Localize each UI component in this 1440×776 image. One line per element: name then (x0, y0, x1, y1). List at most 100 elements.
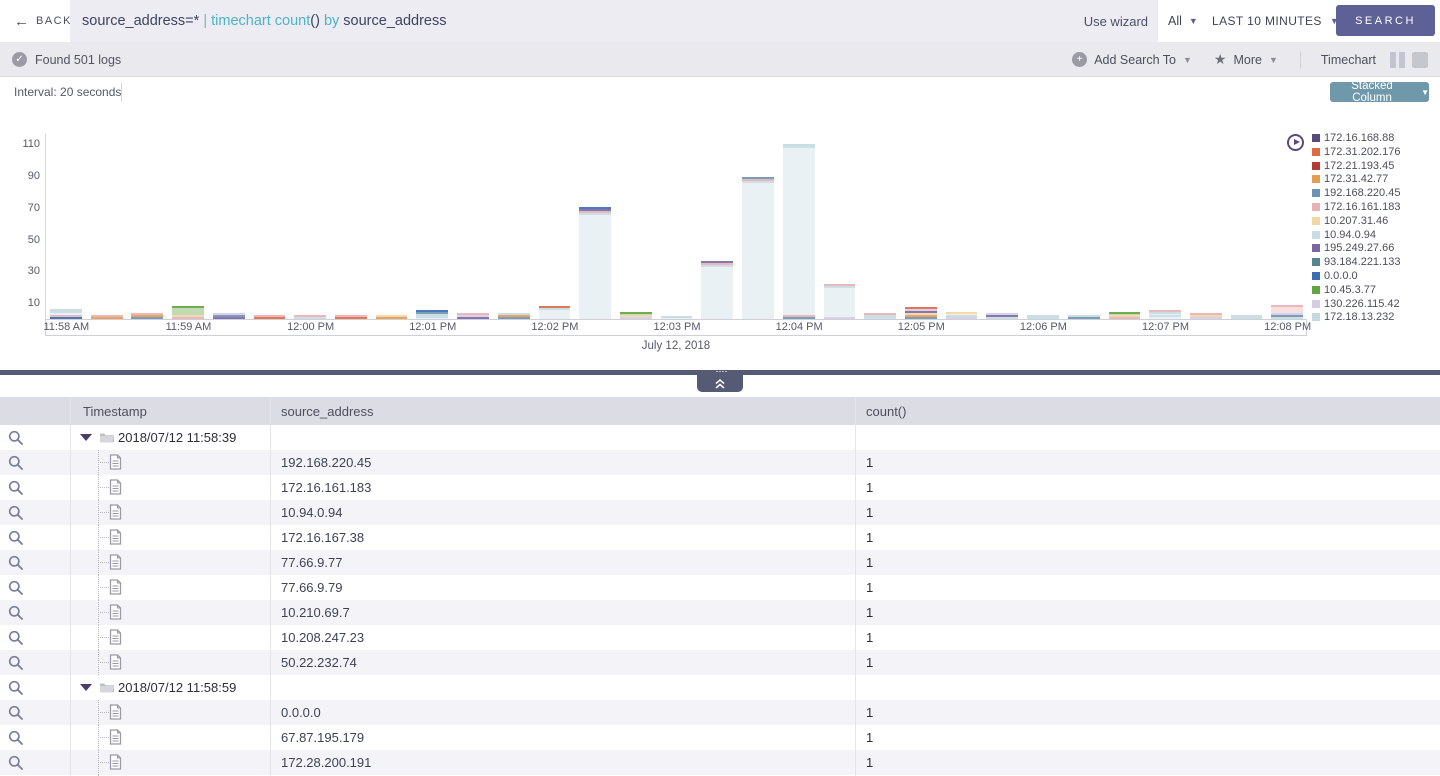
add-search-to-dropdown[interactable]: + Add Search To ▼ (1072, 52, 1192, 67)
table-row[interactable]: 192.168.220.451 (0, 450, 1440, 475)
legend-item[interactable]: 192.168.220.45 (1312, 187, 1400, 199)
inspect-log-icon[interactable] (8, 530, 24, 551)
legend-item[interactable]: 93.184.221.133 (1312, 256, 1400, 268)
chart-bar-12:05:00[interactable] (905, 307, 937, 319)
inspect-log-icon[interactable] (8, 705, 24, 726)
table-row[interactable]: 50.22.232.741 (0, 650, 1440, 675)
table-header-count[interactable]: count() (855, 397, 1440, 425)
inspect-log-icon[interactable] (8, 605, 24, 626)
legend-item[interactable]: 172.16.168.88 (1312, 132, 1400, 144)
table-group-row[interactable]: 2018/07/12 11:58:39 (0, 425, 1440, 450)
table-row[interactable]: 0.0.0.01 (0, 700, 1440, 725)
table-row[interactable]: 67.87.195.1791 (0, 725, 1440, 750)
legend-item[interactable]: 0.0.0.0 (1312, 270, 1400, 282)
top-bar: ← BACK source_address=* | timechart coun… (0, 0, 1440, 42)
chart-bar-12:03:20[interactable] (701, 261, 733, 319)
scope-dropdown[interactable]: All ▼ (1168, 0, 1198, 42)
log-document-icon[interactable] (109, 604, 122, 625)
log-document-icon[interactable] (109, 629, 122, 650)
inspect-log-icon[interactable] (8, 430, 24, 451)
log-document-icon[interactable] (109, 729, 122, 750)
log-document-icon[interactable] (109, 529, 122, 550)
table-row[interactable]: 10.210.69.71 (0, 600, 1440, 625)
log-document-icon[interactable] (109, 554, 122, 575)
legend-item[interactable]: 172.18.13.232 (1312, 311, 1400, 323)
inspect-log-icon[interactable] (8, 455, 24, 476)
legend-item[interactable]: 10.207.31.46 (1312, 215, 1400, 227)
table-group-row[interactable]: 2018/07/12 11:58:59 (0, 675, 1440, 700)
chart-type-dropdown[interactable]: Stacked Column ▼ (1330, 82, 1429, 102)
search-button[interactable]: SEARCH (1336, 5, 1435, 36)
legend-item[interactable]: 195.249.27.66 (1312, 242, 1400, 254)
chart-bar-12:08:00[interactable] (1271, 305, 1303, 319)
inspect-log-icon[interactable] (8, 755, 24, 776)
grid-view-icon[interactable] (1412, 52, 1428, 68)
table-row[interactable]: 172.16.161.1831 (0, 475, 1440, 500)
chart-bar-12:06:40[interactable] (1109, 312, 1141, 319)
log-document-icon[interactable] (109, 754, 122, 775)
table-row[interactable]: 77.66.9.791 (0, 575, 1440, 600)
source-address-value: 192.168.220.45 (281, 450, 371, 475)
collapse-chart-button[interactable] (697, 375, 743, 392)
log-document-icon[interactable] (109, 454, 122, 475)
legend-swatch (1312, 300, 1320, 308)
legend-item[interactable]: 10.45.3.77 (1312, 284, 1400, 296)
log-document-icon[interactable] (109, 479, 122, 500)
table-row[interactable]: 10.94.0.941 (0, 500, 1440, 525)
chart-bar-12:04:00[interactable] (783, 144, 815, 320)
use-wizard-link[interactable]: Use wizard (1084, 0, 1148, 42)
inspect-log-icon[interactable] (8, 630, 24, 651)
chart-bar-12:01:00[interactable] (416, 310, 448, 319)
chevron-down-icon: ▼ (1183, 55, 1192, 65)
row-actions-cell (0, 600, 70, 625)
table-header-timestamp[interactable]: Timestamp (70, 397, 270, 425)
log-document-icon[interactable] (109, 654, 122, 675)
back-button[interactable]: ← BACK (14, 0, 72, 42)
log-document-icon[interactable] (109, 504, 122, 525)
chart-bar-12:02:00[interactable] (539, 306, 571, 319)
table-header-source-address[interactable]: source_address (270, 397, 855, 425)
search-query-input[interactable]: source_address=* | timechart count() by … (70, 0, 1158, 42)
inspect-log-icon[interactable] (8, 730, 24, 751)
timestamp-cell (70, 700, 270, 725)
chart-bar-12:04:20[interactable] (824, 284, 856, 319)
chart-bar-11:58:00[interactable] (50, 309, 82, 319)
table-row[interactable]: 172.16.167.381 (0, 525, 1440, 550)
chart-bar-12:05:20[interactable] (946, 312, 978, 319)
legend-item[interactable]: 172.21.193.45 (1312, 160, 1400, 172)
chart-bar-12:02:40[interactable] (620, 312, 652, 319)
inspect-log-icon[interactable] (8, 480, 24, 501)
chart-bar-11:59:00[interactable] (172, 306, 204, 319)
legend-item[interactable]: 172.16.161.183 (1312, 201, 1400, 213)
legend-item[interactable]: 172.31.42.77 (1312, 173, 1400, 185)
x-axis-tick-label: 11:58 AM (31, 321, 101, 333)
time-range-dropdown[interactable]: LAST 10 MINUTES ▼ (1212, 0, 1339, 42)
legend-item[interactable]: 172.31.202.176 (1312, 146, 1400, 158)
chart-bar-12:02:20[interactable] (579, 207, 611, 319)
bar-segment-10.94.0.94 (742, 181, 774, 319)
log-document-icon[interactable] (109, 704, 122, 725)
table-row[interactable]: 77.66.9.771 (0, 550, 1440, 575)
inspect-log-icon[interactable] (8, 680, 24, 701)
legend-item[interactable]: 130.226.115.42 (1312, 298, 1400, 310)
inspect-log-icon[interactable] (8, 505, 24, 526)
table-row[interactable]: 10.208.247.231 (0, 625, 1440, 650)
legend-item[interactable]: 10.94.0.94 (1312, 229, 1400, 241)
chart-bar-12:03:40[interactable] (742, 177, 774, 319)
log-document-icon[interactable] (109, 579, 122, 600)
table-row[interactable]: 172.28.200.1911 (0, 750, 1440, 775)
collapse-group-icon[interactable] (80, 684, 92, 691)
folder-icon (99, 680, 115, 698)
collapse-group-icon[interactable] (80, 434, 92, 441)
legend-label: 10.94.0.94 (1324, 229, 1376, 241)
legend-swatch (1312, 217, 1320, 225)
columns-view-icon[interactable] (1390, 52, 1405, 68)
inspect-log-icon[interactable] (8, 555, 24, 576)
chart-bar-12:07:00[interactable] (1149, 310, 1181, 319)
source-address-cell: 0.0.0.0 (270, 700, 855, 725)
timestamp-cell (70, 475, 270, 500)
inspect-log-icon[interactable] (8, 580, 24, 601)
play-animation-button[interactable] (1287, 134, 1304, 151)
inspect-log-icon[interactable] (8, 655, 24, 676)
more-dropdown[interactable]: ★ More ▼ (1214, 51, 1278, 68)
